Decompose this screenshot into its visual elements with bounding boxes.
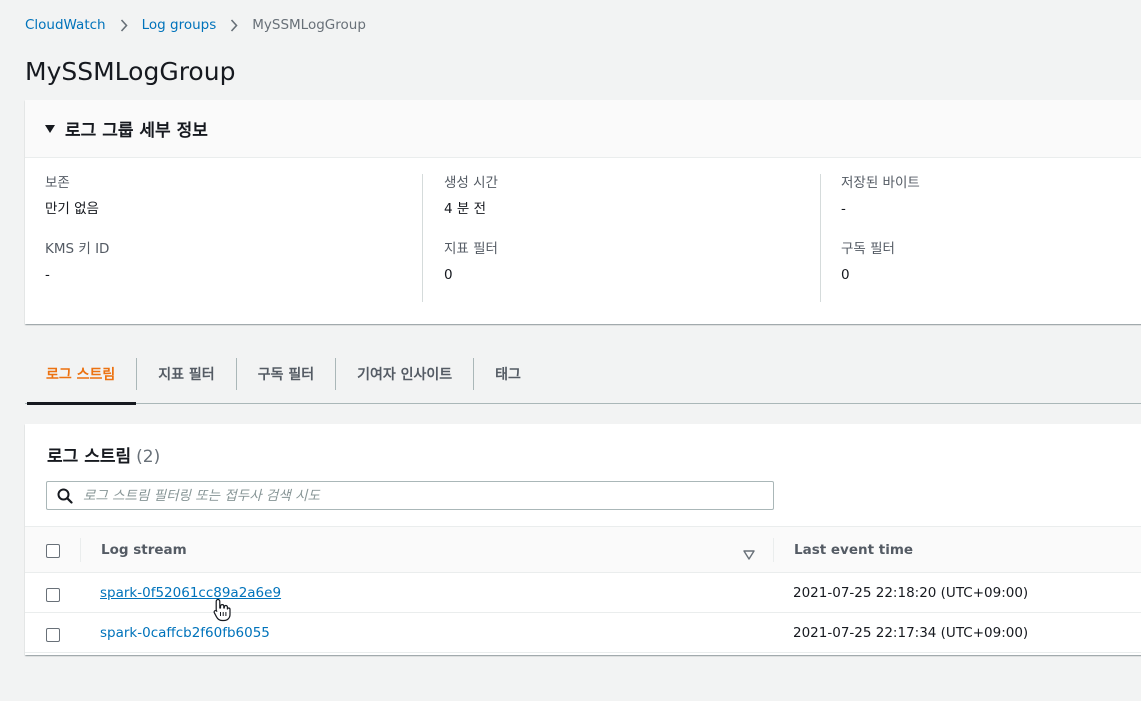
kms-key-label: KMS 키 ID: [45, 241, 110, 257]
last-event-time: 2021-07-25 22:18:20 (UTC+09:00): [793, 584, 1029, 601]
breadcrumb-current: MySSMLogGroup: [252, 17, 366, 33]
creation-time-field: 생성 시간 4 분 전: [444, 174, 804, 240]
breadcrumb-cloudwatch[interactable]: CloudWatch: [25, 17, 106, 33]
log-streams-count: (2): [136, 447, 161, 467]
log-streams-table: Log stream Last event time spark-0f52061…: [25, 526, 1141, 653]
column-divider: [820, 174, 821, 302]
subscription-filters-label: 구독 필터: [841, 241, 895, 257]
search-icon: [47, 488, 83, 504]
table-row: spark-0f52061cc89a2a6e9 2021-07-25 22:18…: [25, 573, 1141, 613]
tab-subscription-filters[interactable]: 구독 필터: [237, 345, 335, 403]
column-header-last-event-time[interactable]: Last event time: [794, 527, 913, 572]
log-stream-link[interactable]: spark-0caffcb2f60fb6055: [100, 613, 270, 652]
tab-contributor-insights[interactable]: 기여자 인사이트: [336, 345, 473, 403]
last-event-time: 2021-07-25 22:17:34 (UTC+09:00): [793, 624, 1029, 641]
stored-bytes-field: 저장된 바이트 -: [841, 174, 1141, 240]
column-divider: [773, 538, 774, 562]
log-streams-heading: 로그 스트림 (2): [47, 442, 160, 467]
chevron-right-icon: [230, 18, 238, 32]
stored-bytes-label: 저장된 바이트: [841, 175, 920, 191]
metric-filters-label: 지표 필터: [444, 241, 498, 257]
log-group-details-panel: 로그 그룹 세부 정보 보존 만기 없음 KMS 키 ID - 생성 시간 4 …: [25, 100, 1141, 324]
metric-filters-value: 0: [444, 267, 453, 283]
row-checkbox[interactable]: [46, 628, 60, 642]
breadcrumb: CloudWatch Log groups MySSMLogGroup: [25, 15, 366, 35]
column-header-log-stream[interactable]: Log stream: [101, 527, 187, 572]
table-row: spark-0caffcb2f60fb6055 2021-07-25 22:17…: [25, 613, 1141, 653]
tab-tags[interactable]: 태그: [474, 345, 542, 403]
details-title: 로그 그룹 세부 정보: [65, 121, 208, 141]
row-checkbox[interactable]: [46, 588, 60, 602]
breadcrumb-log-groups[interactable]: Log groups: [142, 17, 217, 33]
select-all-checkbox[interactable]: [46, 544, 60, 558]
details-column-1: 보존 만기 없음 KMS 키 ID -: [45, 174, 405, 306]
retention-field: 보존 만기 없음: [45, 174, 405, 240]
chevron-right-icon: [120, 18, 128, 32]
kms-key-value: -: [45, 267, 50, 283]
tab-log-streams[interactable]: 로그 스트림: [25, 345, 137, 405]
metric-filters-field: 지표 필터 0: [444, 240, 804, 306]
details-column-3: 저장된 바이트 - 구독 필터 0: [841, 174, 1141, 306]
log-stream-search: [46, 481, 774, 510]
details-column-2: 생성 시간 4 분 전 지표 필터 0: [444, 174, 804, 306]
kms-key-field: KMS 키 ID -: [45, 240, 405, 306]
details-grid: 보존 만기 없음 KMS 키 ID - 생성 시간 4 분 전 지표 필터 0 …: [25, 158, 1141, 323]
log-streams-title: 로그 스트림: [47, 447, 132, 467]
retention-value: 만기 없음: [45, 201, 99, 217]
column-divider: [80, 538, 81, 562]
subscription-filters-value: 0: [841, 267, 850, 283]
details-expand-toggle[interactable]: 로그 그룹 세부 정보: [25, 100, 1141, 158]
log-stream-link[interactable]: spark-0f52061cc89a2a6e9: [100, 573, 281, 612]
hand-pointer-cursor-icon: [213, 598, 231, 626]
tab-metric-filters[interactable]: 지표 필터: [137, 345, 235, 403]
log-stream-search-input[interactable]: [83, 482, 773, 509]
sort-descending-icon[interactable]: [743, 545, 755, 564]
caret-down-icon: [45, 124, 55, 133]
column-divider: [422, 174, 423, 302]
log-streams-panel: 로그 스트림(2) Log stream Last event time spa…: [25, 424, 1141, 655]
creation-time-value: 4 분 전: [444, 201, 487, 217]
retention-label: 보존: [45, 175, 70, 191]
table-header: Log stream Last event time: [25, 526, 1141, 573]
tab-bar: 로그 스트림 지표 필터 구독 필터 기여자 인사이트 태그: [25, 344, 1141, 405]
page-title: MySSMLogGroup: [25, 57, 236, 86]
creation-time-label: 생성 시간: [444, 175, 498, 191]
stored-bytes-value: -: [841, 201, 846, 217]
subscription-filters-field: 구독 필터 0: [841, 240, 1141, 306]
